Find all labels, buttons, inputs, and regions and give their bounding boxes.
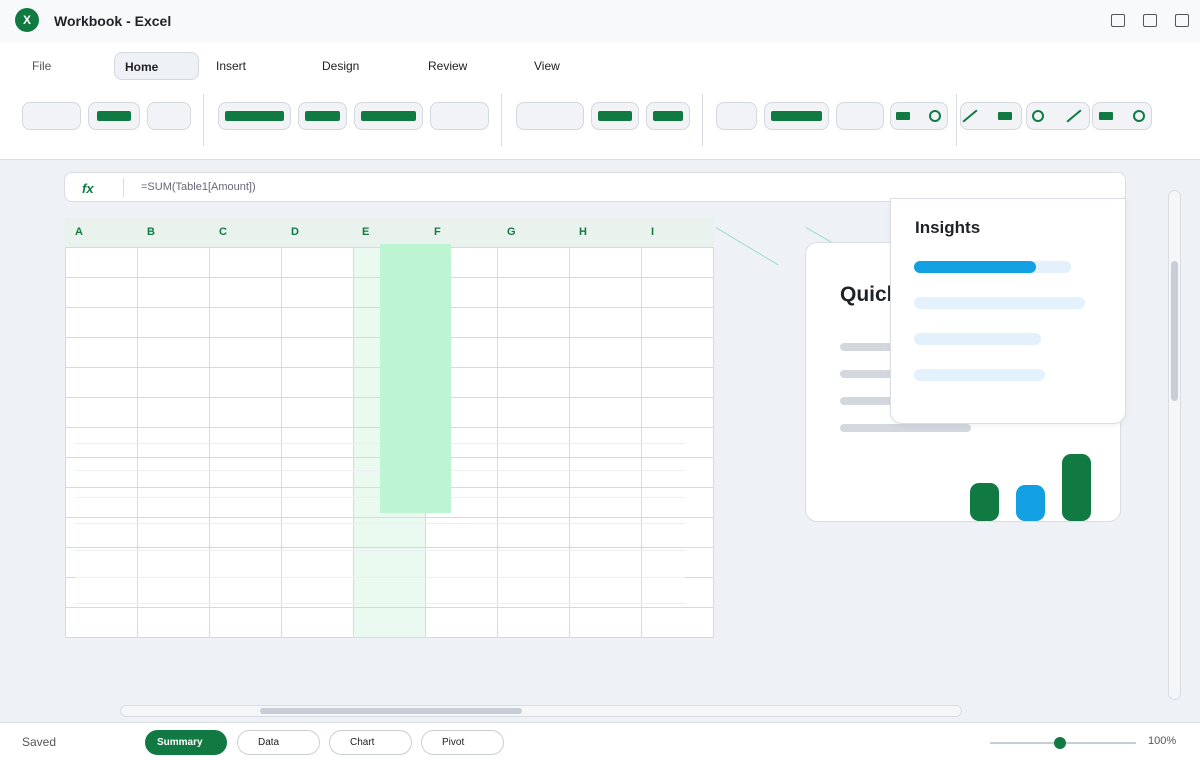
ribbon-button[interactable]	[218, 102, 291, 130]
ribbon-button[interactable]	[22, 102, 81, 130]
column-header-c[interactable]: C	[219, 226, 227, 238]
tab-review[interactable]: Review	[418, 52, 477, 80]
grid-row-line	[65, 607, 714, 608]
ribbon-button[interactable]	[716, 102, 757, 130]
faint-row-line	[75, 603, 685, 604]
ribbon-button[interactable]	[960, 102, 1022, 130]
grid-column-line	[65, 247, 66, 637]
insights-title: Insights	[915, 218, 981, 237]
mini-chart-bar	[1016, 485, 1045, 521]
column-header-a[interactable]: A	[75, 226, 83, 238]
grid-column-line	[281, 247, 282, 637]
shape-line-icon	[962, 109, 978, 123]
ribbon-button[interactable]	[88, 102, 140, 130]
ribbon-separator	[501, 94, 502, 146]
ribbon-toolbar	[0, 92, 1200, 160]
tab-view[interactable]: View	[524, 52, 570, 80]
column-header-h[interactable]: H	[579, 226, 587, 238]
sheet-tab-data[interactable]: Data	[237, 730, 320, 755]
grid-column-line	[641, 247, 642, 637]
grid-row-line	[65, 517, 714, 518]
sheet-tab-chart[interactable]: Chart	[329, 730, 412, 755]
save-status: Saved	[22, 735, 57, 749]
vertical-scrollbar[interactable]	[1168, 190, 1181, 700]
window-title: Workbook - Excel	[54, 13, 172, 29]
grid-column-line	[497, 247, 498, 637]
tab-home[interactable]: Home	[114, 52, 199, 80]
zoom-slider-thumb[interactable]	[1054, 737, 1066, 749]
formula-separator	[123, 178, 124, 197]
ribbon-separator	[702, 94, 703, 146]
shape-circle-icon	[929, 110, 941, 122]
grid-column-line	[209, 247, 210, 637]
ribbon-button[interactable]	[646, 102, 690, 130]
formula-input[interactable]: =SUM(Table1[Amount])	[141, 181, 256, 193]
placeholder-line	[840, 424, 971, 432]
title-bar: X Workbook - Excel	[0, 0, 1200, 42]
shape-rect-icon	[1099, 112, 1113, 120]
column-header-e[interactable]: E	[362, 226, 369, 238]
grid-column-line	[353, 247, 354, 637]
insight-bar	[914, 369, 1045, 381]
close-icon[interactable]	[1175, 14, 1189, 27]
tab-file[interactable]: File	[22, 52, 61, 80]
shape-circle-icon	[1032, 110, 1044, 122]
grid-row-line	[65, 547, 714, 548]
mini-chart-bar	[970, 483, 999, 521]
ribbon-button[interactable]	[890, 102, 948, 130]
column-header-d[interactable]: D	[291, 226, 299, 238]
ribbon-tabs: File Home Insert Design Review View	[0, 42, 1200, 92]
minimize-icon[interactable]	[1111, 14, 1125, 27]
spreadsheet-grid[interactable]: A B C D E F G H I	[65, 217, 714, 638]
ribbon-separator	[203, 94, 204, 146]
column-header-f[interactable]: F	[434, 226, 441, 238]
ribbon-button[interactable]	[591, 102, 639, 130]
tab-insert[interactable]: Insert	[206, 52, 256, 80]
insight-bar	[914, 297, 1085, 309]
grid-row-line	[65, 637, 714, 638]
ribbon-separator	[956, 94, 957, 146]
ribbon-button[interactable]	[298, 102, 347, 130]
connector-line	[715, 227, 779, 266]
shape-rect-icon	[998, 112, 1012, 120]
insight-bar-fill	[914, 261, 1036, 273]
ribbon-button[interactable]	[764, 102, 829, 130]
ribbon-button[interactable]	[516, 102, 584, 130]
insight-bar	[914, 333, 1041, 345]
vertical-scroll-thumb[interactable]	[1171, 261, 1178, 401]
ribbon-button[interactable]	[354, 102, 423, 130]
horizontal-scroll-thumb[interactable]	[260, 708, 522, 714]
column-header-row: A B C D E F G H I	[65, 217, 714, 247]
insight-bar	[914, 261, 1071, 273]
faint-row-line	[75, 523, 685, 524]
grid-column-line	[713, 247, 714, 637]
column-header-g[interactable]: G	[507, 226, 516, 238]
status-bar: Saved Summary Data Chart Pivot 100%	[0, 722, 1200, 760]
shape-line-icon	[1066, 109, 1082, 123]
tab-design[interactable]: Design	[312, 52, 369, 80]
zoom-level: 100%	[1148, 735, 1177, 747]
ribbon-button[interactable]	[836, 102, 884, 130]
column-header-i[interactable]: I	[651, 226, 654, 238]
fx-label: fx	[82, 181, 94, 196]
faint-row-line	[75, 577, 685, 578]
grid-column-line	[137, 247, 138, 637]
faint-row-line	[75, 550, 685, 551]
horizontal-scrollbar[interactable]	[120, 705, 962, 717]
grid-column-line	[569, 247, 570, 637]
selected-range-highlight	[380, 244, 451, 513]
sheet-tab-pivot[interactable]: Pivot	[421, 730, 504, 755]
shape-rect-icon	[896, 112, 910, 120]
excel-logo-icon: X	[15, 8, 39, 32]
ribbon-button[interactable]	[1092, 102, 1152, 130]
ribbon-button[interactable]	[1026, 102, 1090, 130]
sheet-tab-summary[interactable]: Summary	[145, 730, 227, 755]
insights-panel[interactable]: Insights	[890, 198, 1126, 424]
ribbon-button[interactable]	[147, 102, 191, 130]
column-header-b[interactable]: B	[147, 226, 155, 238]
ribbon-button[interactable]	[430, 102, 489, 130]
maximize-icon[interactable]	[1143, 14, 1157, 27]
shape-circle-icon	[1133, 110, 1145, 122]
mini-chart-bar	[1062, 454, 1091, 521]
